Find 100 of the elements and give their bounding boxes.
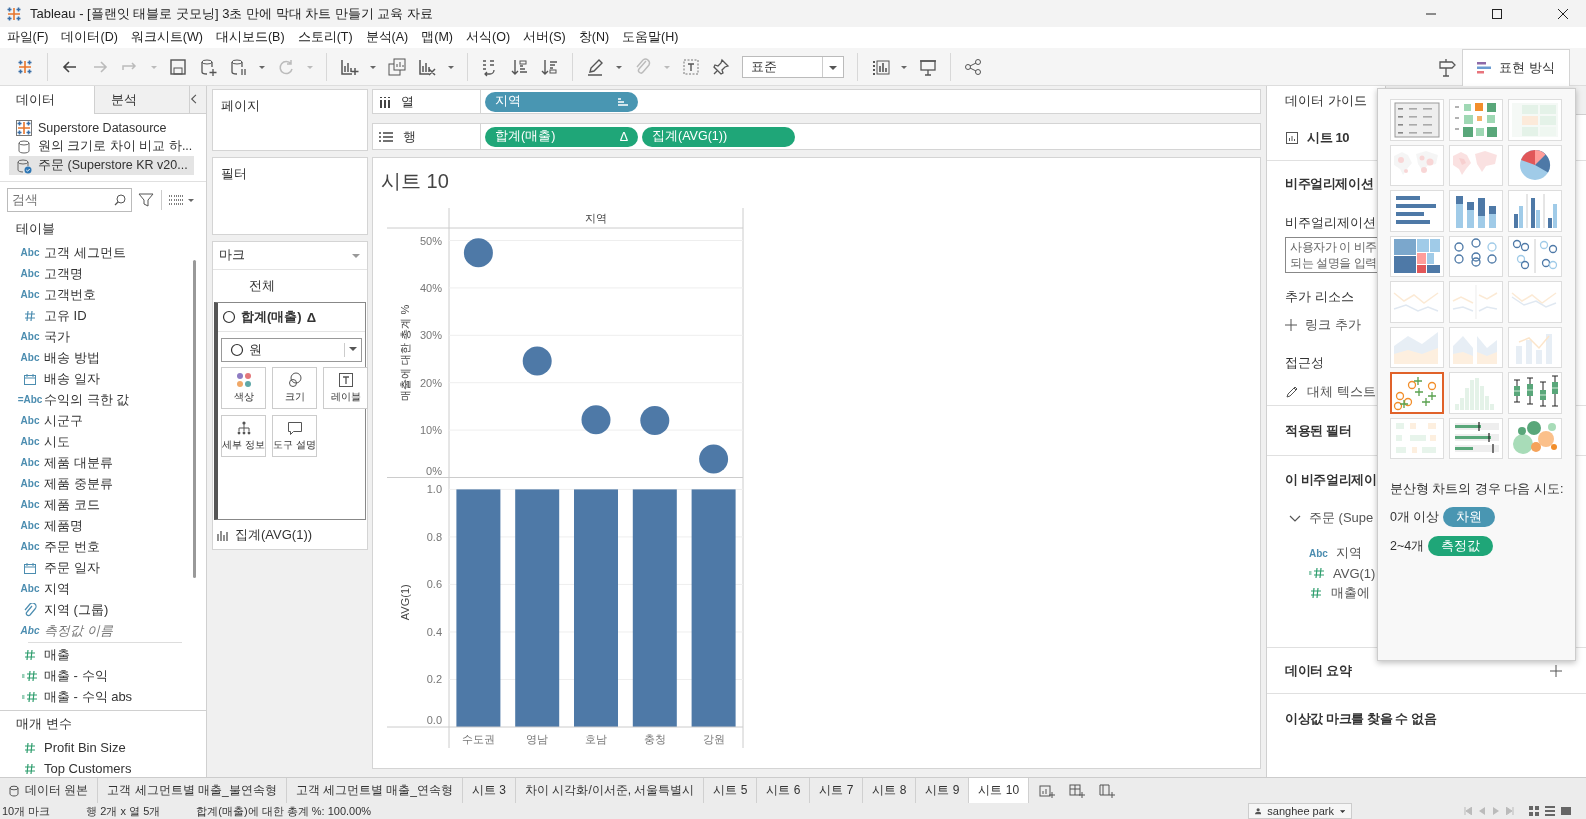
marks-card-header[interactable]: 합계(매출) Δ bbox=[218, 303, 365, 332]
axis-tick-label: 1.0 bbox=[426, 483, 442, 496]
axis-tick-label: 충청 bbox=[643, 733, 666, 745]
add-link[interactable]: 링크 추가 bbox=[1305, 316, 1361, 334]
search-field[interactable]: 검색 bbox=[7, 188, 132, 212]
field-item[interactable]: Abc 고객 세그먼트 bbox=[0, 242, 206, 263]
hint-text: 분산형 차트의 경우 다음 시도: bbox=[1390, 481, 1565, 498]
field-item[interactable]: Abc 고객번호 bbox=[0, 284, 206, 305]
shelf-title: 필터 bbox=[220, 166, 248, 183]
menu-item[interactable]: 워크시트(W) bbox=[124, 27, 210, 48]
detail-button[interactable]: 세부 정보 bbox=[221, 415, 266, 457]
alt-text-link[interactable]: 대체 텍스트 bbox=[1307, 383, 1376, 401]
axis-tick-label: 0.4 bbox=[426, 625, 442, 638]
field-item[interactable]: Abc 국가 bbox=[0, 326, 206, 347]
user-menu[interactable]: sanghee park bbox=[1248, 803, 1352, 819]
field-item[interactable]: 매출 - 수익 abs bbox=[0, 686, 206, 707]
axis-tick-label: 20% bbox=[419, 376, 442, 389]
size-button[interactable]: 크기 bbox=[272, 367, 317, 409]
data-source-node[interactable]: 주문 (Supe bbox=[1285, 509, 1374, 527]
status-text: 합계(매출)에 대한 총계 %: 100.00% bbox=[196, 803, 372, 819]
menu-item[interactable]: 서버(S) bbox=[516, 27, 573, 48]
axis-tick-label: 0.2 bbox=[426, 673, 442, 686]
axis-tick-label: 30% bbox=[419, 329, 442, 342]
shelf-label: 행 bbox=[403, 127, 416, 146]
field-type-icon: Abc bbox=[20, 520, 40, 531]
color-button[interactable]: 색상 bbox=[221, 367, 266, 409]
mark-type-dropdown[interactable]: 원 bbox=[221, 338, 362, 362]
field-item[interactable]: 고유 ID bbox=[0, 305, 206, 326]
menu-item[interactable]: 대시보드(B) bbox=[209, 27, 292, 48]
field-item[interactable]: 매출 - 수익 bbox=[0, 665, 206, 686]
field-item[interactable]: AVG(1) bbox=[1309, 563, 1376, 583]
axis-title: 매출에 대한 총계 % bbox=[399, 304, 411, 401]
sheet-name: 시트 10 bbox=[1307, 128, 1350, 147]
sheet-tab[interactable]: 시트 10 bbox=[969, 778, 1030, 803]
field-type-icon: =Abc bbox=[17, 394, 43, 405]
menu-item[interactable]: 맵(M) bbox=[414, 27, 460, 48]
field-item[interactable]: Abc 고객명 bbox=[0, 263, 206, 284]
field-item[interactable]: Abc 지역 bbox=[0, 578, 206, 599]
section-heading: 비주얼리제이션 bbox=[1285, 175, 1375, 193]
field-item[interactable]: Abc 측정값 이름 bbox=[0, 620, 206, 641]
menu-item[interactable]: 스토리(T) bbox=[291, 27, 360, 48]
field-item[interactable]: Abc 시군구 bbox=[0, 410, 206, 431]
menu-item[interactable]: 서식(O) bbox=[459, 27, 517, 48]
data-source-item[interactable]: Superstore Datasource bbox=[9, 118, 194, 137]
tooltip-button[interactable]: 도구 설명 bbox=[272, 415, 317, 457]
field-type-icon: Abc bbox=[20, 268, 40, 279]
pane-tab[interactable]: 분석 bbox=[94, 86, 190, 113]
field-item[interactable]: 지역 (그룹) bbox=[0, 599, 206, 620]
menu-item[interactable]: 데이터(D) bbox=[54, 27, 125, 48]
field-item[interactable]: 배송 일자 bbox=[0, 368, 206, 389]
menu-item[interactable]: 창(N) bbox=[572, 27, 616, 48]
guide-tab[interactable]: 데이터 가이드 bbox=[1267, 86, 1386, 115]
field-item[interactable]: 주문 일자 bbox=[0, 557, 206, 578]
field-item[interactable]: =Abc 수익의 극한 값 bbox=[0, 389, 206, 410]
show-me-tab[interactable]: 표현 방식 bbox=[1462, 49, 1570, 86]
field-item[interactable]: Abc 주문 번호 bbox=[0, 536, 206, 557]
label-button[interactable]: 레이블 bbox=[323, 367, 368, 409]
section-heading: 추가 리소스 bbox=[1285, 288, 1355, 306]
fit-dropdown[interactable]: 표준 bbox=[742, 55, 844, 78]
axis-tick-label: 0.6 bbox=[426, 578, 442, 591]
axis-tick-label: 40% bbox=[419, 281, 442, 294]
description-field[interactable]: 사용자가 이 비주 되는 설명을 입력 bbox=[1285, 237, 1378, 273]
marks-card-header[interactable]: 집계(AVG(1)) bbox=[213, 520, 367, 550]
pane-tab[interactable]: 데이터 bbox=[0, 86, 95, 114]
tab-label: 표현 방식 bbox=[1499, 59, 1555, 77]
field-item[interactable]: Profit Bin Size bbox=[0, 737, 206, 758]
column-header: 지역 bbox=[585, 212, 607, 224]
data-source-item[interactable]: 주문 (Superstore KR v20... bbox=[9, 156, 194, 175]
field-item[interactable]: Abc 배송 방법 bbox=[0, 347, 206, 368]
menu-item[interactable]: 분석(A) bbox=[359, 27, 415, 48]
field-type-icon: Abc bbox=[20, 457, 40, 468]
field-type-icon: Abc bbox=[20, 247, 40, 258]
field-item[interactable]: Abc 시도 bbox=[0, 431, 206, 452]
axis-tick-label: 수도권 bbox=[461, 733, 495, 745]
field-type-icon: Abc bbox=[20, 436, 40, 447]
status-text: 10개 마크 bbox=[2, 803, 51, 819]
field-type-icon: Abc bbox=[20, 541, 40, 552]
card-title: 마크 bbox=[219, 247, 245, 264]
field-item[interactable]: Abc 제품 대분류 bbox=[0, 452, 206, 473]
section-heading: 접근성 bbox=[1285, 354, 1325, 372]
field-item[interactable]: Abc 제품 코드 bbox=[0, 494, 206, 515]
shelf-label: 열 bbox=[401, 92, 414, 111]
field-item[interactable]: Abc 제품명 bbox=[0, 515, 206, 536]
field-item[interactable]: Abc 제품 중분류 bbox=[0, 473, 206, 494]
field-item[interactable]: 매출 bbox=[0, 644, 206, 665]
marks-tab[interactable]: 전체 bbox=[249, 277, 275, 295]
shelf-title: 페이지 bbox=[220, 98, 261, 115]
data-source-item[interactable]: 원의 크기로 차이 비교 하... bbox=[9, 137, 194, 156]
axis-tick-label: 50% bbox=[419, 234, 442, 247]
sheet-title: 시트 10 bbox=[381, 169, 450, 194]
field-item[interactable]: Abc 지역 bbox=[1309, 543, 1362, 563]
requirement-count: 0개 이상 bbox=[1390, 508, 1440, 526]
field-item[interactable]: 매출에 bbox=[1309, 583, 1370, 603]
field-type-icon: Abc bbox=[20, 289, 40, 300]
menu-item[interactable]: 파일(F) bbox=[0, 27, 55, 48]
section-heading: 적용된 필터 bbox=[1285, 421, 1352, 440]
field-item[interactable]: Top Customers bbox=[0, 758, 206, 777]
section-heading: 데이터 요약 bbox=[1285, 661, 1352, 680]
menu-item[interactable]: 도움말(H) bbox=[615, 27, 685, 48]
field-type-icon: Abc bbox=[20, 499, 40, 510]
